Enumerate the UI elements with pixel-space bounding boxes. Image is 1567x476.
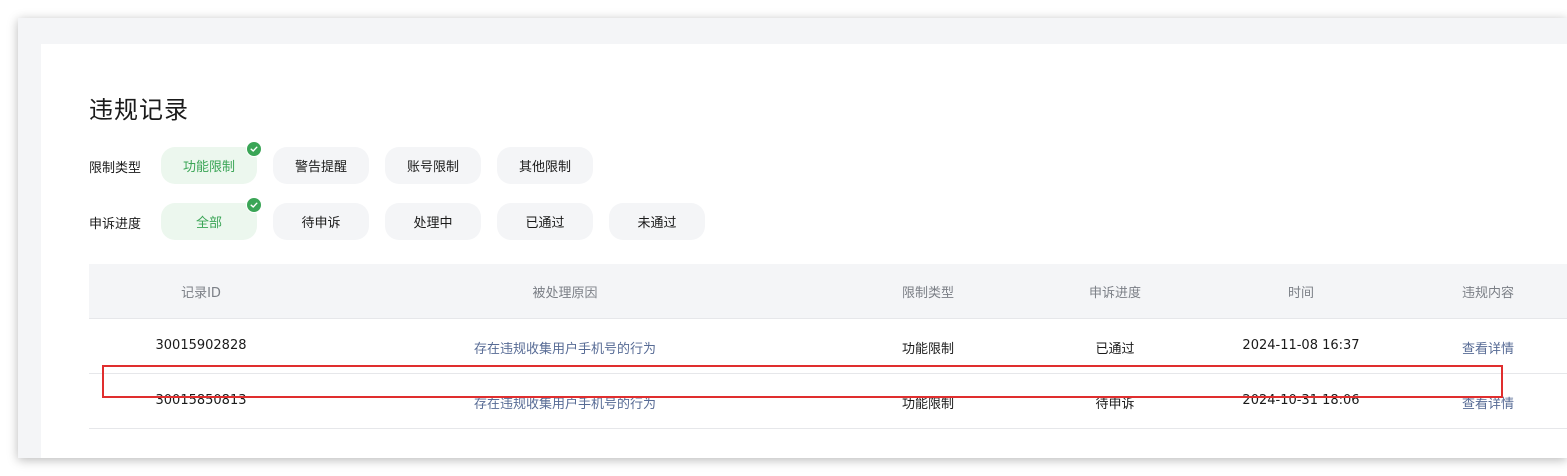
- record-id: 30015850813: [155, 393, 247, 408]
- chip-label: 处理中: [413, 216, 453, 231]
- chip-label: 全部: [195, 216, 222, 231]
- chip-label: 功能限制: [182, 160, 235, 175]
- restriction-type-label: 限制类型: [89, 161, 142, 176]
- restriction-type: 功能限制: [901, 342, 954, 357]
- reason-link[interactable]: 存在违规收集用户手机号的行为: [415, 393, 715, 412]
- appeal-progress: 已通过: [1095, 342, 1135, 357]
- chip-label: 其他限制: [518, 160, 571, 175]
- column-header-time: 时间: [1287, 286, 1314, 301]
- record-time: 2024-11-08 16:37: [1242, 338, 1360, 353]
- appeal-progress-label: 申诉进度: [89, 217, 142, 232]
- filter-chip-pending-appeal[interactable]: 待申诉: [273, 203, 369, 240]
- filter-chip-approved[interactable]: 已通过: [497, 203, 593, 240]
- reason-link[interactable]: 存在违规收集用户手机号的行为: [415, 338, 715, 357]
- check-circle-icon: [246, 197, 262, 213]
- column-header-reason: 被处理原因: [532, 286, 598, 301]
- chip-label: 警告提醒: [294, 160, 347, 175]
- filter-chip-warning[interactable]: 警告提醒: [273, 147, 369, 184]
- chip-label: 未通过: [637, 216, 677, 231]
- chip-label: 账号限制: [406, 160, 459, 175]
- record-id: 30015902828: [155, 338, 247, 353]
- restriction-type: 功能限制: [901, 397, 954, 412]
- app-window: 违规记录 限制类型 功能限制 警告提醒 账号限制 其他限制 申诉进度 全部 待申…: [18, 18, 1567, 458]
- column-header-appeal-progress: 申诉进度: [1088, 286, 1141, 301]
- filter-chip-function-restriction[interactable]: 功能限制: [161, 141, 262, 184]
- page-title: 违规记录: [89, 96, 189, 124]
- table-row: 30015902828 存在违规收集用户手机号的行为 功能限制 已通过 2024…: [89, 319, 1567, 374]
- filter-chip-all[interactable]: 全部: [161, 197, 262, 240]
- filter-chip-other-restriction[interactable]: 其他限制: [497, 147, 593, 184]
- view-details-link[interactable]: 查看详情: [1438, 338, 1538, 357]
- filter-chip-processing[interactable]: 处理中: [385, 203, 481, 240]
- table-row: 30015850813 存在违规收集用户手机号的行为 功能限制 待申诉 2024…: [89, 374, 1567, 429]
- view-details-link[interactable]: 查看详情: [1438, 393, 1538, 412]
- violation-records-panel: 违规记录 限制类型 功能限制 警告提醒 账号限制 其他限制 申诉进度 全部 待申…: [41, 44, 1567, 458]
- column-header-violation-content: 违规内容: [1461, 286, 1514, 301]
- column-header-record-id: 记录ID: [181, 286, 221, 301]
- column-header-restriction-type: 限制类型: [901, 286, 954, 301]
- appeal-progress: 待申诉: [1095, 397, 1135, 412]
- check-circle-icon: [246, 141, 262, 157]
- record-time: 2024-10-31 18:06: [1242, 393, 1360, 408]
- table-header: 记录ID 被处理原因 限制类型 申诉进度 时间 违规内容: [89, 264, 1567, 319]
- filter-chip-rejected[interactable]: 未通过: [609, 203, 705, 240]
- chip-label: 待申诉: [301, 216, 341, 231]
- filter-chip-account-restriction[interactable]: 账号限制: [385, 147, 481, 184]
- chip-label: 已通过: [525, 216, 565, 231]
